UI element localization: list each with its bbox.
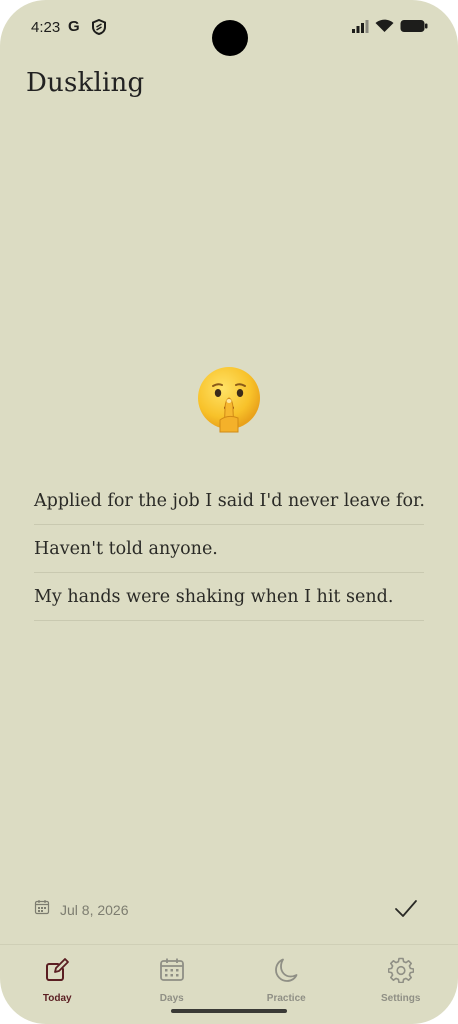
tab-today-label: Today [42,993,72,1004]
phone-screen: 4:23 G Duskling Applied for the job I sa… [0,0,458,1024]
calendar-icon [34,899,50,920]
shield-icon [92,18,106,40]
battery-icon [400,19,428,38]
save-check-button[interactable] [394,898,418,925]
tab-settings[interactable]: Settings [344,945,458,1024]
entry-line[interactable]: Applied for the job I said I'd never lea… [34,477,425,525]
calendar-icon [159,957,185,988]
edit-icon [44,957,70,988]
status-bar: 4:23 G [0,0,458,56]
tab-today[interactable]: Today [0,945,115,1024]
tab-settings-label: Settings [381,993,421,1004]
status-icons [351,19,428,38]
entry-line[interactable]: Haven't told anyone. [34,525,424,573]
tab-days-label: Days [159,993,184,1004]
signal-icon [351,19,369,38]
front-camera [212,20,248,56]
app-title: Duskling [26,68,145,98]
home-indicator[interactable] [171,1009,287,1013]
google-icon: G [68,18,80,35]
gear-icon [387,957,415,988]
entry-line[interactable]: My hands were shaking when I hit send. [34,573,424,621]
tab-practice-label: Practice [266,993,306,1004]
date-text: Jul 8, 2026 [60,901,129,918]
moon-icon [273,957,299,988]
entry-date[interactable]: Jul 8, 2026 [34,899,129,920]
shushing-face-icon[interactable] [194,364,264,434]
entry-text[interactable]: Applied for the job I said I'd never lea… [34,477,425,621]
status-time: 4:23 [31,19,61,36]
wifi-icon [375,19,394,38]
